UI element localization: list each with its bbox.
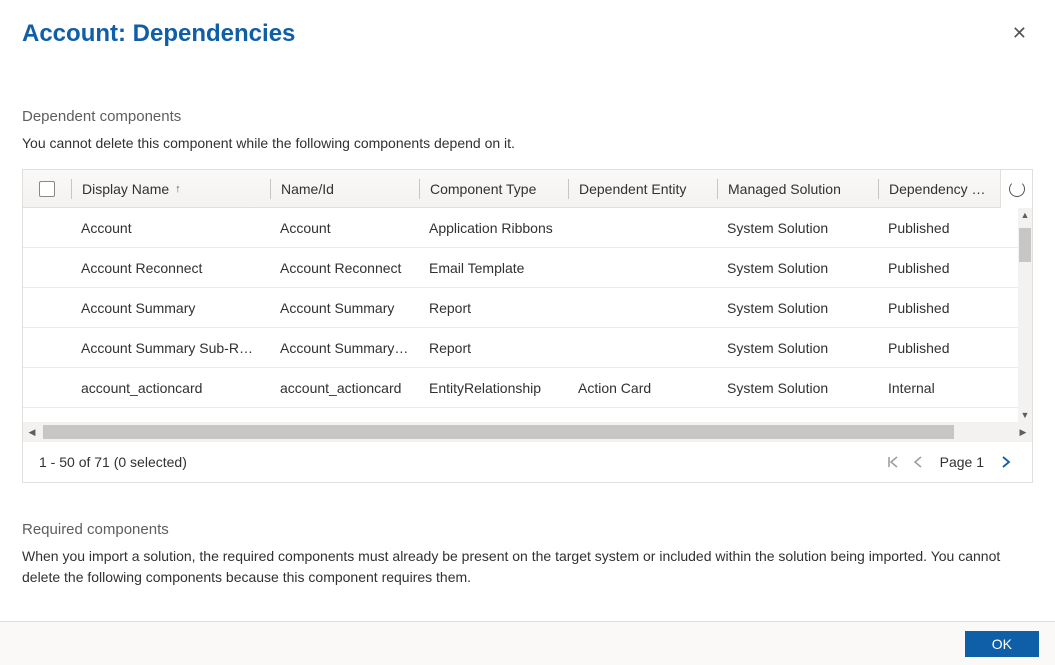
column-header-dependent-entity[interactable]: Dependent Entity xyxy=(569,181,717,197)
column-header-label: Name/Id xyxy=(281,181,334,197)
horizontal-scroll-thumb[interactable] xyxy=(43,425,1012,439)
column-header-label: Dependent Entity xyxy=(579,181,686,197)
cell-name-id: Account Summary S… xyxy=(270,340,419,356)
cell-managed-solution: System Solution xyxy=(717,300,878,316)
prev-page-button[interactable] xyxy=(908,453,928,471)
column-header-component-type[interactable]: Component Type xyxy=(420,181,568,197)
cell-display-name: Account Summary Sub-Report xyxy=(71,340,270,356)
table-row[interactable]: Account Summary Sub-ReportAccount Summar… xyxy=(23,328,1018,368)
dependent-grid: Display Name ↑ Name/Id Component Type De… xyxy=(22,169,1033,483)
column-header-label: Dependency … xyxy=(889,181,986,197)
column-header-display-name[interactable]: Display Name ↑ xyxy=(72,181,270,197)
cell-display-name: Account xyxy=(71,220,270,236)
refresh-button[interactable] xyxy=(1000,170,1032,208)
scroll-right-icon[interactable]: ▶ xyxy=(1014,422,1032,442)
cell-dependency: Published xyxy=(878,340,990,356)
ok-button[interactable]: OK xyxy=(965,631,1039,657)
cell-display-name: account_actioncard xyxy=(71,380,270,396)
cell-name-id: Account Reconnect xyxy=(270,260,419,276)
table-row[interactable]: account_actioncardaccount_actioncardEnti… xyxy=(23,368,1018,408)
cell-dependent-entity: Action Card xyxy=(568,380,717,396)
cell-dependency: Published xyxy=(878,260,990,276)
cell-managed-solution: System Solution xyxy=(717,380,878,396)
sort-ascending-icon: ↑ xyxy=(175,183,181,195)
dialog-title: Account: Dependencies xyxy=(22,20,295,48)
cell-dependency: Internal xyxy=(878,380,990,396)
scroll-up-icon[interactable]: ▲ xyxy=(1018,208,1032,222)
prev-page-icon xyxy=(912,455,924,469)
horizontal-scrollbar[interactable]: ◀ ▶ xyxy=(23,422,1032,442)
cell-dependency: Published xyxy=(878,300,990,316)
cell-name-id: Account xyxy=(270,220,419,236)
dependent-section-title: Dependent components xyxy=(22,108,1033,125)
required-section-title: Required components xyxy=(22,521,1033,538)
column-header-label: Managed Solution xyxy=(728,181,841,197)
cell-dependency: Published xyxy=(878,220,990,236)
cell-managed-solution: System Solution xyxy=(717,260,878,276)
column-header-label: Component Type xyxy=(430,181,536,197)
select-all-checkbox[interactable] xyxy=(39,181,55,197)
first-page-icon xyxy=(886,455,900,469)
cell-name-id: account_actioncard xyxy=(270,380,419,396)
scroll-down-icon[interactable]: ▼ xyxy=(1018,408,1032,422)
dependent-section-description: You cannot delete this component while t… xyxy=(22,133,1033,153)
cell-component-type: Application Ribbons xyxy=(419,220,568,236)
page-label: Page 1 xyxy=(940,454,984,470)
cell-display-name: Account Reconnect xyxy=(71,260,270,276)
scroll-left-icon[interactable]: ◀ xyxy=(23,422,41,442)
table-row[interactable]: AccountAccountApplication RibbonsSystem … xyxy=(23,208,1018,248)
close-button[interactable]: ✕ xyxy=(1006,20,1033,46)
grid-record-status: 1 - 50 of 71 (0 selected) xyxy=(39,454,187,470)
column-header-label: Display Name xyxy=(82,181,169,197)
cell-managed-solution: System Solution xyxy=(717,340,878,356)
vertical-scrollbar[interactable]: ▲ ▼ xyxy=(1018,208,1032,422)
column-header-name-id[interactable]: Name/Id xyxy=(271,181,419,197)
next-page-icon xyxy=(1000,455,1012,469)
vertical-scroll-thumb[interactable] xyxy=(1019,228,1031,262)
cell-component-type: EntityRelationship xyxy=(419,380,568,396)
column-header-managed-solution[interactable]: Managed Solution xyxy=(718,181,878,197)
cell-managed-solution: System Solution xyxy=(717,220,878,236)
cell-component-type: Report xyxy=(419,340,568,356)
first-page-button[interactable] xyxy=(882,453,904,471)
grid-header-row: Display Name ↑ Name/Id Component Type De… xyxy=(23,170,1032,208)
cell-component-type: Email Template xyxy=(419,260,568,276)
cell-name-id: Account Summary xyxy=(270,300,419,316)
refresh-icon xyxy=(1009,181,1025,197)
cell-component-type: Report xyxy=(419,300,568,316)
cell-display-name: Account Summary xyxy=(71,300,270,316)
table-row[interactable]: Account ReconnectAccount ReconnectEmail … xyxy=(23,248,1018,288)
table-row[interactable]: Account SummaryAccount SummaryReportSyst… xyxy=(23,288,1018,328)
column-header-dependency[interactable]: Dependency … xyxy=(879,181,989,197)
required-section-description: When you import a solution, the required… xyxy=(22,546,1033,587)
next-page-button[interactable] xyxy=(996,453,1016,471)
